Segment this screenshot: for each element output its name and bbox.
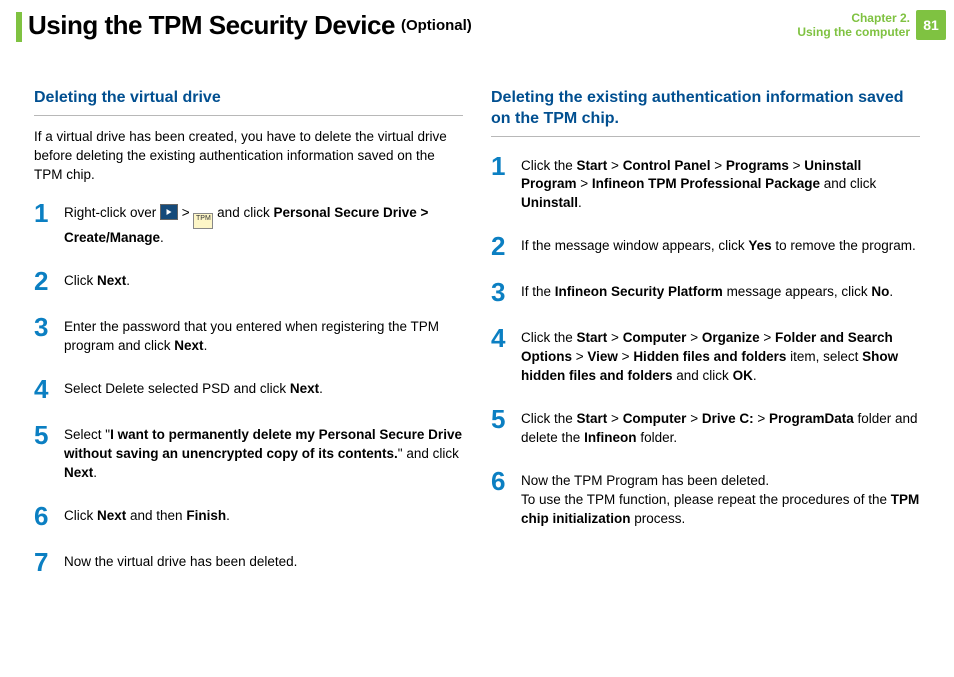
step-body: Select Delete selected PSD and click Nex… (64, 380, 463, 402)
left-column: Deleting the virtual drive If a virtual … (20, 58, 477, 599)
right-subhead: Deleting the existing authentication inf… (491, 88, 920, 137)
step-number: 4 (491, 325, 521, 386)
step-item: 1Click the Start > Control Panel > Progr… (491, 157, 920, 214)
step-body: Click the Start > Control Panel > Progra… (521, 157, 920, 214)
step-item: 7Now the virtual drive has been deleted. (34, 553, 463, 575)
step-body: Now the virtual drive has been deleted. (64, 553, 463, 575)
step-body: Click Next. (64, 272, 463, 294)
step-item: 1Right-click over > TPM and click Person… (34, 204, 463, 248)
step-body: Right-click over > TPM and click Persona… (64, 204, 463, 248)
step-item: 6Now the TPM Program has been deleted.To… (491, 472, 920, 529)
left-intro: If a virtual drive has been created, you… (34, 128, 463, 185)
step-item: 2If the message window appears, click Ye… (491, 237, 920, 259)
step-item: 6Click Next and then Finish. (34, 507, 463, 529)
tpm-tray-icon: TPM (193, 213, 213, 229)
page-number-badge: 81 (916, 10, 946, 40)
header-accent (16, 12, 22, 42)
step-number: 3 (34, 314, 64, 356)
chapter-block: Chapter 2. Using the computer 81 (797, 10, 946, 40)
step-number: 2 (491, 233, 521, 259)
step-number: 7 (34, 549, 64, 575)
step-item: 4Click the Start > Computer > Organize >… (491, 329, 920, 386)
left-subhead: Deleting the virtual drive (34, 88, 463, 116)
step-number: 6 (34, 503, 64, 529)
step-body: Click Next and then Finish. (64, 507, 463, 529)
step-body: Enter the password that you entered when… (64, 318, 463, 356)
step-number: 1 (491, 153, 521, 214)
step-item: 3If the Infineon Security Platform messa… (491, 283, 920, 305)
step-body: Now the TPM Program has been deleted.To … (521, 472, 920, 529)
step-body: If the Infineon Security Platform messag… (521, 283, 920, 305)
chapter-line1: Chapter 2. (797, 11, 910, 25)
step-item: 2Click Next. (34, 272, 463, 294)
step-number: 4 (34, 376, 64, 402)
step-item: 5Click the Start > Computer > Drive C: >… (491, 410, 920, 448)
chapter-line2: Using the computer (797, 25, 910, 39)
page-title: Using the TPM Security Device (28, 10, 395, 41)
left-steps: 1Right-click over > TPM and click Person… (34, 204, 463, 574)
right-column: Deleting the existing authentication inf… (477, 58, 934, 599)
step-body: Select "I want to permanently delete my … (64, 426, 463, 483)
chapter-text: Chapter 2. Using the computer (797, 11, 910, 40)
step-number: 3 (491, 279, 521, 305)
step-number: 1 (34, 200, 64, 248)
step-item: 5Select "I want to permanently delete my… (34, 426, 463, 483)
page-header: Using the TPM Security Device (Optional)… (0, 0, 954, 58)
step-item: 3Enter the password that you entered whe… (34, 318, 463, 356)
title-wrap: Using the TPM Security Device (Optional) (28, 10, 797, 41)
step-number: 5 (491, 406, 521, 448)
right-steps: 1Click the Start > Control Panel > Progr… (491, 157, 920, 529)
step-item: 4Select Delete selected PSD and click Ne… (34, 380, 463, 402)
system-tray-icon (160, 204, 178, 220)
step-body: Click the Start > Computer > Drive C: > … (521, 410, 920, 448)
step-body: If the message window appears, click Yes… (521, 237, 920, 259)
step-number: 5 (34, 422, 64, 483)
step-number: 6 (491, 468, 521, 529)
two-column-layout: Deleting the virtual drive If a virtual … (0, 58, 954, 599)
step-body: Click the Start > Computer > Organize > … (521, 329, 920, 386)
step-number: 2 (34, 268, 64, 294)
optional-label: (Optional) (401, 17, 472, 34)
